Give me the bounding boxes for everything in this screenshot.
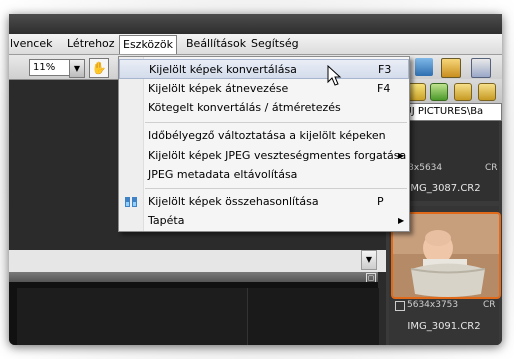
folder-open-icon[interactable]: [478, 83, 496, 101]
thumbnail-format: CR: [483, 300, 496, 310]
menu-item-shortcut: P: [377, 195, 384, 208]
menu-item-wallpaper[interactable]: Tapéta ▶: [119, 211, 409, 231]
folder-up-icon[interactable]: [408, 83, 426, 101]
menu-separator: [145, 122, 407, 123]
eraser-icon[interactable]: [471, 58, 491, 78]
menu-item-batch-convert[interactable]: Kötegelt konvertálás / átméretezés: [119, 98, 409, 118]
menu-item-change-timestamp[interactable]: Időbélyegző változtatása a kijelölt képe…: [119, 126, 409, 146]
slideshow-icon[interactable]: [441, 58, 461, 78]
menu-item-letrehoz[interactable]: Létrehoz: [64, 36, 118, 52]
scroll-down-arrow-icon[interactable]: ▼: [361, 250, 377, 270]
title-bar: [9, 14, 502, 34]
preview-image-area: [17, 288, 247, 345]
menu-item-jpeg-lossless-rotate[interactable]: Kijelölt képek JPEG veszteségmentes forg…: [119, 146, 409, 166]
compare-icon: [125, 197, 137, 207]
menu-item-label: JPEG metadata eltávolítása: [148, 168, 298, 181]
chevron-down-icon[interactable]: ▼: [69, 59, 85, 78]
menu-bar: lvencek Létrehoz Eszközök Beállítások Se…: [9, 34, 502, 55]
checkbox-icon[interactable]: [395, 301, 405, 311]
menu-item-eszkozok[interactable]: Eszközök: [119, 35, 178, 54]
preview-pane: [9, 282, 379, 345]
menu-item-label: Időbélyegző változtatása a kijelölt képe…: [148, 129, 386, 142]
hand-tool-icon[interactable]: ✋: [89, 58, 109, 78]
thumbnail-meta: 5634x3753 CR: [389, 300, 499, 314]
submenu-arrow-icon: ▶: [398, 216, 405, 225]
menu-item-shortcut: F3: [378, 63, 392, 76]
tools-menu: Kijelölt képek konvertálása F3 Kijelölt …: [118, 56, 410, 232]
submenu-arrow-icon: ▶: [398, 151, 405, 160]
thumbnail-filename: IMG_3091.CR2: [407, 321, 481, 332]
thumbnail-format: CR: [485, 163, 498, 173]
menu-item-label: Kijelölt képek átnevezése: [148, 82, 289, 95]
menu-item-lvencek[interactable]: lvencek: [9, 36, 56, 52]
mouse-cursor-icon: [327, 65, 342, 86]
menu-item-convert-selected[interactable]: Kijelölt képek konvertálása F3: [119, 59, 409, 79]
menu-item-segitseg[interactable]: Segítség: [248, 36, 302, 52]
refresh-icon[interactable]: [430, 83, 448, 101]
menu-item-label: Kijelölt képek JPEG veszteségmentes forg…: [148, 149, 407, 162]
menu-item-remove-jpeg-metadata[interactable]: JPEG metadata eltávolítása: [119, 165, 409, 185]
menu-item-label: Tapéta: [148, 214, 185, 227]
list-scroll-area: [9, 250, 386, 272]
menu-item-shortcut: F4: [377, 82, 391, 95]
menu-item-beallitasok[interactable]: Beállítások: [183, 36, 249, 52]
menu-item-compare-selected[interactable]: Kijelölt képek összehasonlítása P: [119, 192, 409, 212]
folder-icon[interactable]: [454, 83, 472, 101]
menu-separator: [145, 188, 407, 189]
compare-toolbar-icon[interactable]: [415, 58, 433, 76]
menu-item-rename-selected[interactable]: Kijelölt képek átnevezése F4: [119, 79, 409, 99]
preview-header: ▢: [9, 272, 378, 283]
preview-image-area-right: [247, 288, 379, 345]
menu-item-label: Kijelölt képek konvertálása: [149, 63, 297, 76]
thumbnail-dims: 5634x3753: [407, 300, 459, 310]
menu-item-label: Kötegelt konvertálás / átméretezés: [148, 101, 341, 114]
menu-item-label: Kijelölt képek összehasonlítása: [148, 195, 319, 208]
